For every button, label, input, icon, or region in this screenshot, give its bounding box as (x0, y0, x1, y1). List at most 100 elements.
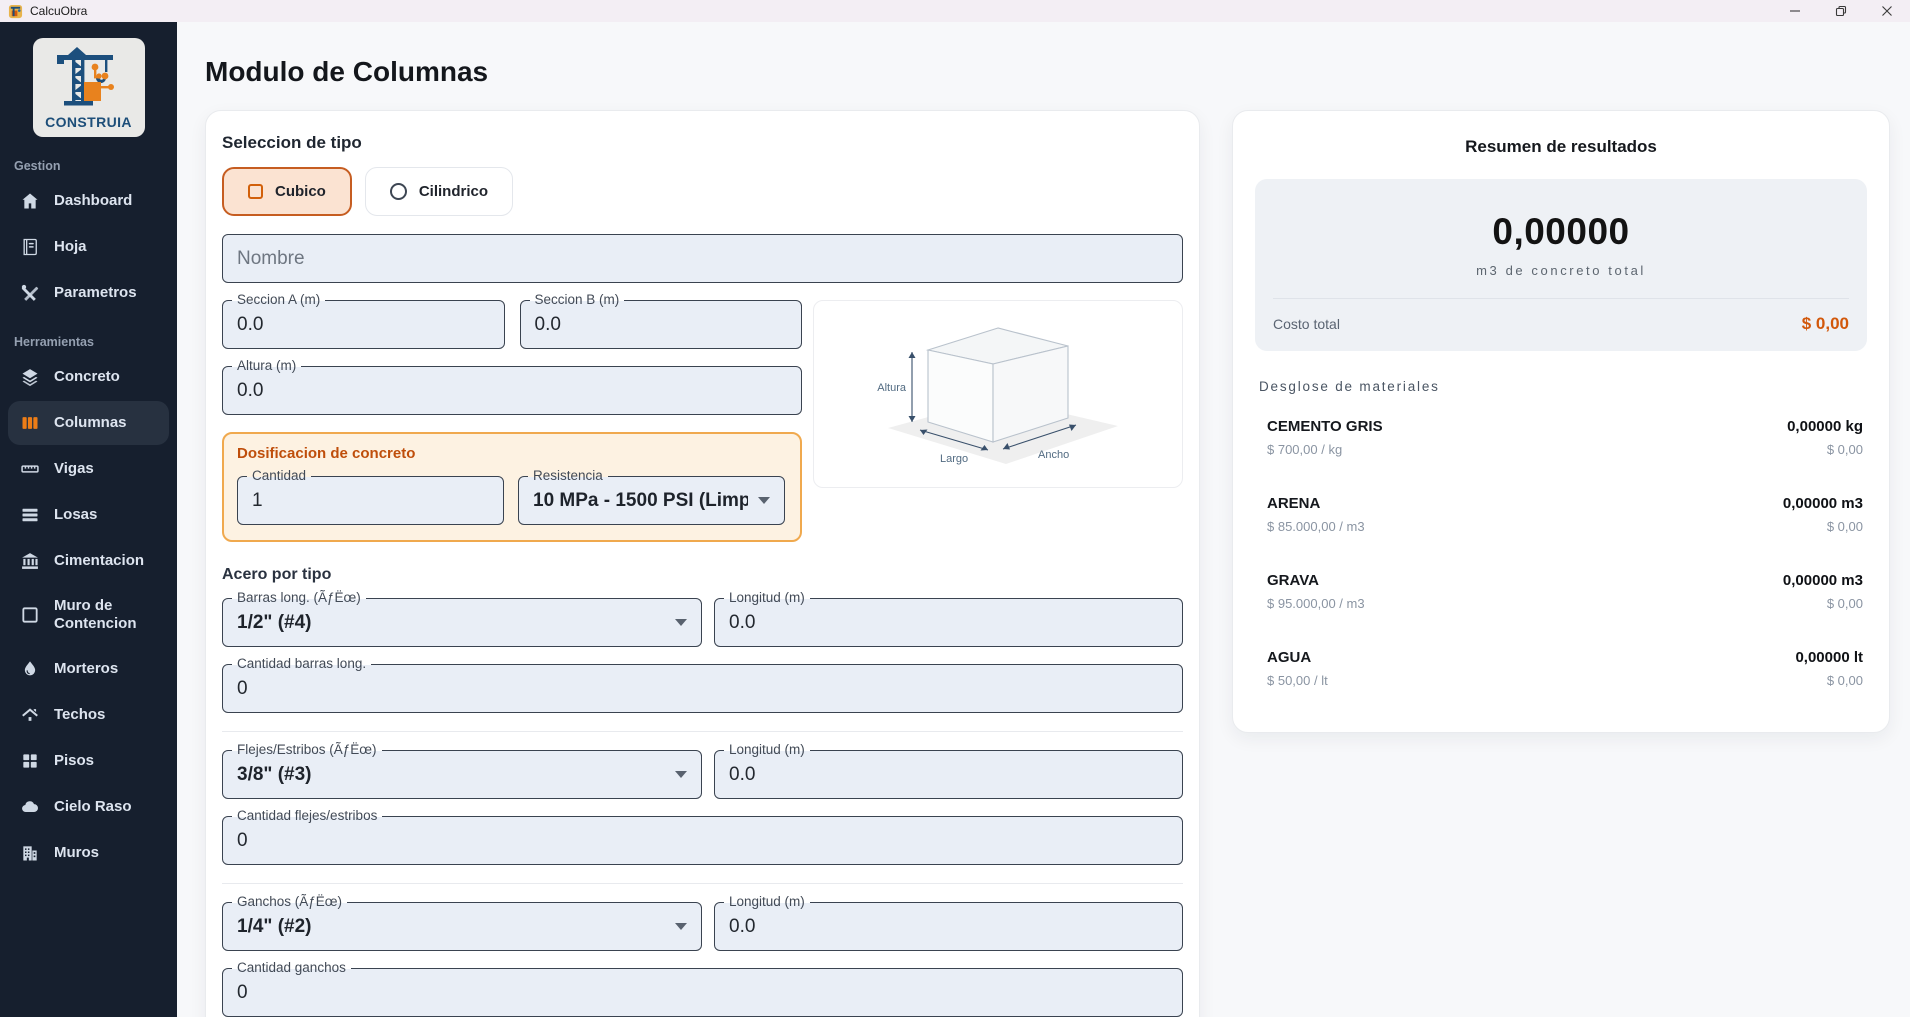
seccion-b-input[interactable] (535, 314, 788, 336)
material-row-agua: AGUA $ 50,00 / lt 0,00000 lt $ 0,00 (1233, 634, 1889, 702)
ganchos-select[interactable]: Ganchos (ÃƒËœ) 1/4" (#2) (222, 902, 702, 951)
barras-long-value: 1/2" (#4) (237, 612, 665, 634)
chevron-down-icon (675, 619, 687, 626)
seccion-b-field: Seccion B (m) (520, 300, 803, 349)
chevron-down-icon (675, 923, 687, 930)
results-title: Resumen de resultados (1233, 111, 1889, 159)
cube-label-ancho: Ancho (1038, 449, 1069, 461)
type-option-cilindrico[interactable]: Cilindrico (365, 167, 513, 216)
sidebar-item-columnas[interactable]: Columnas (8, 401, 169, 445)
costo-total-value: $ 0,00 (1802, 314, 1849, 334)
page-title: Modulo de Columnas (205, 56, 1890, 88)
altura-label: Altura (m) (232, 358, 301, 374)
material-name: AGUA (1267, 649, 1328, 666)
sidebar-item-label: Hoja (54, 238, 87, 256)
crane-logo-icon (53, 46, 125, 112)
sidebar-item-label: Dashboard (54, 192, 132, 210)
material-unit-price: $ 50,00 / lt (1267, 673, 1328, 688)
flejes-select[interactable]: Flejes/Estribos (ÃƒËœ) 3/8" (#3) (222, 750, 702, 799)
app-icon (8, 4, 23, 19)
tools-icon (20, 283, 40, 303)
barras-longitud-label: Longitud (m) (724, 590, 810, 606)
material-unit-price: $ 85.000,00 / m3 (1267, 519, 1365, 534)
cantidad-ganchos-field: Cantidad ganchos (222, 968, 1183, 1017)
dosificacion-box: Dosificacion de concreto Cantidad Resist… (222, 432, 802, 542)
sidebar-item-hoja[interactable]: Hoja (8, 225, 169, 269)
total-concrete-unit: m3 de concreto total (1265, 263, 1857, 278)
material-name: ARENA (1267, 495, 1365, 512)
sidebar-item-concreto[interactable]: Concreto (8, 355, 169, 399)
sidebar-item-cielo-raso[interactable]: Cielo Raso (8, 785, 169, 829)
material-name: GRAVA (1267, 572, 1365, 589)
cantidad-label: Cantidad (247, 468, 311, 484)
divider (222, 731, 1183, 732)
flejes-longitud-input[interactable] (729, 764, 1168, 786)
nombre-input[interactable] (237, 248, 1168, 270)
cantidad-input[interactable] (252, 490, 489, 512)
minimize-button[interactable] (1772, 0, 1818, 22)
brand-logo: CONSTRUIA (33, 38, 145, 137)
sidebar-item-label: Morteros (54, 660, 118, 678)
sidebar-item-muros[interactable]: Muros (8, 831, 169, 875)
sidebar-item-vigas[interactable]: Vigas (8, 447, 169, 491)
restore-button[interactable] (1818, 0, 1864, 22)
material-name: CEMENTO GRIS (1267, 418, 1383, 435)
barras-longitud-field: Longitud (m) (714, 598, 1183, 647)
sidebar-item-label: Cimentacion (54, 552, 144, 570)
cantidad-flejes-label: Cantidad flejes/estribos (232, 808, 382, 824)
cloud-icon (20, 797, 40, 817)
cantidad-flejes-field: Cantidad flejes/estribos (222, 816, 1183, 865)
sidebar-section-herramientas: Herramientas (0, 317, 177, 353)
type-toggle-group: Cubico Cilindrico (222, 167, 1183, 216)
material-row-arena: ARENA $ 85.000,00 / m3 0,00000 m3 $ 0,00 (1233, 480, 1889, 548)
sidebar-item-cimentacion[interactable]: Cimentacion (8, 539, 169, 583)
seccion-a-input[interactable] (237, 314, 490, 336)
sidebar-item-label: Columnas (54, 414, 127, 432)
columns-icon (20, 413, 40, 433)
acero-section-title: Acero por tipo (222, 566, 1183, 584)
cube-label-altura: Altura (877, 382, 907, 394)
bank-icon (20, 551, 40, 571)
cantidad-barras-field: Cantidad barras long. (222, 664, 1183, 713)
sidebar-item-techos[interactable]: Techos (8, 693, 169, 737)
material-qty: 0,00000 lt (1795, 649, 1863, 666)
barras-long-select[interactable]: Barras long. (ÃƒËœ) 1/2" (#4) (222, 598, 702, 647)
cantidad-barras-input[interactable] (237, 678, 1168, 700)
droplet-icon (20, 659, 40, 679)
ganchos-longitud-input[interactable] (729, 916, 1168, 938)
sidebar-item-label: Pisos (54, 752, 94, 770)
sidebar-item-muro-de-contencion[interactable]: Muro de Contencion (8, 585, 169, 645)
costo-total-label: Costo total (1273, 316, 1340, 332)
close-button[interactable] (1864, 0, 1910, 22)
type-option-cubico[interactable]: Cubico (222, 167, 352, 216)
results-card: Resumen de resultados 0,00000 m3 de conc… (1232, 110, 1890, 733)
seccion-a-label: Seccion A (m) (232, 292, 325, 308)
resistencia-select[interactable]: Resistencia 10 MPa - 1500 PSI (Limpie... (518, 476, 785, 525)
ganchos-longitud-field: Longitud (m) (714, 902, 1183, 951)
cube-diagram: Altura Largo Ancho (828, 306, 1168, 482)
sidebar-item-dashboard[interactable]: Dashboard (8, 179, 169, 223)
sidebar-item-losas[interactable]: Losas (8, 493, 169, 537)
square-shape-icon (248, 184, 263, 199)
sidebar-item-parametros[interactable]: Parametros (8, 271, 169, 315)
cantidad-ganchos-input[interactable] (237, 982, 1168, 1004)
barras-longitud-input[interactable] (729, 612, 1168, 634)
grid-icon (20, 751, 40, 771)
seccion-a-field: Seccion A (m) (222, 300, 505, 349)
cantidad-barras-label: Cantidad barras long. (232, 656, 371, 672)
dosificacion-title: Dosificacion de concreto (237, 445, 787, 462)
brand-name: CONSTRUIA (37, 114, 141, 130)
sidebar: CONSTRUIA Gestion Dashboard Hoja Paramet… (0, 22, 177, 1017)
flejes-longitud-label: Longitud (m) (724, 742, 810, 758)
cantidad-flejes-input[interactable] (237, 830, 1168, 852)
altura-input[interactable] (237, 380, 787, 402)
ruler-icon (20, 459, 40, 479)
sidebar-item-pisos[interactable]: Pisos (8, 739, 169, 783)
roof-icon (20, 705, 40, 725)
sidebar-item-label: Muro de Contencion (54, 597, 146, 633)
sidebar-item-morteros[interactable]: Morteros (8, 647, 169, 691)
home-icon (20, 191, 40, 211)
flejes-value: 3/8" (#3) (237, 764, 665, 786)
layers-icon (20, 367, 40, 387)
sidebar-item-label: Parametros (54, 284, 137, 302)
